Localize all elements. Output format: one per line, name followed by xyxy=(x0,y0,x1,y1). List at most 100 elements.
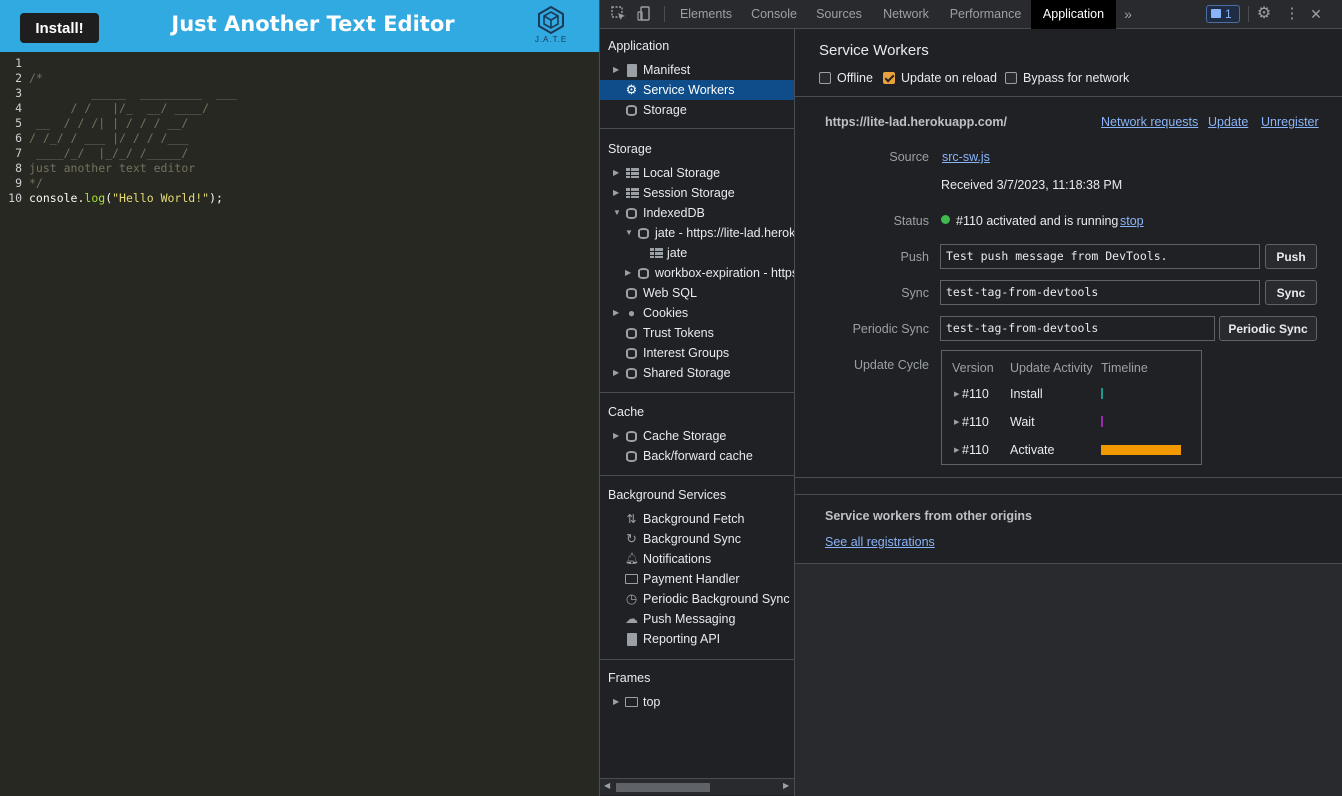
row-version: #110 xyxy=(962,415,989,429)
sidebar-item-background-fetch[interactable]: ⇅ Background Fetch xyxy=(600,509,794,529)
sync-icon: ↻ xyxy=(626,531,637,546)
sidebar-horizontal-scrollbar[interactable]: ◀ ▶ xyxy=(600,778,794,795)
sidebar-item-trust-tokens[interactable]: Trust Tokens xyxy=(600,323,794,343)
expand-arrow-icon[interactable]: ▶ xyxy=(954,418,959,426)
checkbox-box[interactable] xyxy=(1005,72,1017,84)
database-icon xyxy=(626,288,637,299)
expand-arrow-icon[interactable]: ▶ xyxy=(613,183,623,203)
tab-network[interactable]: Network xyxy=(872,0,940,29)
push-button[interactable]: Push xyxy=(1265,244,1317,269)
install-button[interactable]: Install! xyxy=(20,13,99,43)
checkbox-box[interactable] xyxy=(883,72,895,84)
sidebar-item-cookies[interactable]: ▶ ● Cookies xyxy=(600,303,794,323)
expand-arrow-icon[interactable]: ▶ xyxy=(613,692,623,712)
database-icon xyxy=(626,328,637,339)
sidebar-item-push-messaging[interactable]: ☁ Push Messaging xyxy=(600,609,794,629)
device-toolbar-icon[interactable] xyxy=(636,6,652,22)
collapse-arrow-icon[interactable]: ▼ xyxy=(625,223,635,243)
sync-button[interactable]: Sync xyxy=(1265,280,1317,305)
update-cycle-label: Update Cycle xyxy=(853,358,929,372)
sync-tag-input[interactable]: test-tag-from-devtools xyxy=(940,280,1260,305)
issues-badge[interactable]: 1 xyxy=(1206,5,1240,23)
unregister-link[interactable]: Unregister xyxy=(1261,115,1319,129)
scrollbar-thumb[interactable] xyxy=(616,783,710,792)
sidebar-item-label: Shared Storage xyxy=(643,366,731,380)
update-cycle-row[interactable]: ▶ #110 Activate xyxy=(942,442,1201,462)
sidebar-item-label: Service Workers xyxy=(643,83,735,97)
sidebar-item-storage[interactable]: Storage xyxy=(600,100,794,120)
line-number: 4 xyxy=(15,101,22,115)
sidebar-item-local-storage[interactable]: ▶ Local Storage xyxy=(600,163,794,183)
line-number: 8 xyxy=(15,161,22,175)
stop-link[interactable]: stop xyxy=(1120,214,1144,228)
expand-arrow-icon[interactable]: ▶ xyxy=(613,426,623,446)
collapse-arrow-icon[interactable]: ▼ xyxy=(613,203,623,223)
sidebar-item-session-storage[interactable]: ▶ Session Storage xyxy=(600,183,794,203)
checkbox-box[interactable] xyxy=(819,72,831,84)
expand-arrow-icon[interactable]: ▶ xyxy=(613,303,623,323)
network-requests-link[interactable]: Network requests xyxy=(1101,115,1198,129)
sidebar-item-manifest[interactable]: ▶ Manifest xyxy=(600,60,794,80)
periodic-sync-button[interactable]: Periodic Sync xyxy=(1219,316,1317,341)
code-editor[interactable]: 1 2 /* 3 _____ _________ ___ 4 / / |/_ __… xyxy=(0,52,599,796)
expand-arrow-icon[interactable]: ▶ xyxy=(954,446,959,454)
sidebar-item-background-sync[interactable]: ↻ Background Sync xyxy=(600,529,794,549)
sidebar-item-shared-storage[interactable]: ▶ Shared Storage xyxy=(600,363,794,383)
sidebar-item-notifications[interactable]: 🔔︎ Notifications xyxy=(600,549,794,569)
tab-sources[interactable]: Sources xyxy=(806,0,872,29)
sidebar-item-workbox-expiration[interactable]: ▶ workbox-expiration - https xyxy=(600,263,794,283)
update-link[interactable]: Update xyxy=(1208,115,1248,129)
expand-arrow-icon[interactable]: ▶ xyxy=(954,390,959,398)
see-all-registrations-link[interactable]: See all registrations xyxy=(825,535,935,549)
expand-arrow-icon[interactable]: ▶ xyxy=(613,363,623,383)
expand-arrow-icon[interactable]: ▶ xyxy=(613,60,623,80)
more-tabs-icon[interactable]: » xyxy=(1118,0,1138,29)
sidebar-heading-application: Application xyxy=(608,39,670,53)
sidebar-item-service-workers[interactable]: ⚙ Service Workers xyxy=(600,80,794,100)
expand-arrow-icon[interactable]: ▶ xyxy=(613,163,623,183)
other-origins-title: Service workers from other origins xyxy=(825,509,1033,523)
status-label: Status xyxy=(893,214,929,228)
section-divider xyxy=(795,494,1342,495)
timeline-bar-wait xyxy=(1101,416,1103,427)
row-activity: Activate xyxy=(1010,443,1055,457)
timeline-bar-install xyxy=(1101,388,1103,399)
empty-area xyxy=(795,564,1342,796)
sidebar-item-interest-groups[interactable]: Interest Groups xyxy=(600,343,794,363)
sidebar-item-reporting-api[interactable]: Reporting API xyxy=(600,629,794,649)
source-file-link[interactable]: src-sw.js xyxy=(942,150,990,164)
editor-line: 3 _____ _________ ___ xyxy=(0,86,599,101)
tab-console[interactable]: Console xyxy=(742,0,806,29)
sidebar-item-label: Payment Handler xyxy=(643,572,740,586)
periodic-sync-tag-input[interactable]: test-tag-from-devtools xyxy=(940,316,1215,341)
sidebar-item-web-sql[interactable]: Web SQL xyxy=(600,283,794,303)
sidebar-item-periodic-background-sync[interactable]: ◷ Periodic Background Sync xyxy=(600,589,794,609)
more-options-icon[interactable]: ⋮ xyxy=(1284,6,1300,22)
update-cycle-row[interactable]: ▶ #110 Wait xyxy=(942,414,1201,434)
sidebar-item-jate-store[interactable]: jate xyxy=(600,243,794,263)
sidebar-item-payment-handler[interactable]: Payment Handler xyxy=(600,569,794,589)
push-message-input[interactable]: Test push message from DevTools. xyxy=(940,244,1260,269)
tab-application[interactable]: Application xyxy=(1031,0,1116,29)
editor-line: 7 ____/_/ |_/_/ /_____/ xyxy=(0,146,599,161)
editor-line: 6 / /_/ / ___ |/ / / /___ xyxy=(0,131,599,146)
sidebar-item-indexeddb[interactable]: ▼ IndexedDB xyxy=(600,203,794,223)
tab-elements[interactable]: Elements xyxy=(670,0,742,29)
sidebar-item-cache-storage[interactable]: ▶ Cache Storage xyxy=(600,426,794,446)
close-icon[interactable]: ✕ xyxy=(1308,6,1324,22)
sidebar-item-bfcache[interactable]: Back/forward cache xyxy=(600,446,794,466)
inspect-element-icon[interactable] xyxy=(610,6,626,22)
scroll-right-icon[interactable]: ▶ xyxy=(783,781,789,790)
scroll-left-icon[interactable]: ◀ xyxy=(604,781,610,790)
sidebar-item-label: Reporting API xyxy=(643,632,721,646)
tab-performance[interactable]: Performance xyxy=(940,0,1031,29)
jate-logo: J.A.T.E xyxy=(528,6,574,50)
expand-arrow-icon[interactable]: ▶ xyxy=(625,263,635,283)
sidebar-item-jate-db[interactable]: ▼ jate - https://lite-lad.herok xyxy=(600,223,794,243)
update-cycle-row[interactable]: ▶ #110 Install xyxy=(942,386,1201,406)
settings-gear-icon[interactable]: ⚙ xyxy=(1256,6,1272,22)
application-sidebar: Application ▶ Manifest ⚙ Service Workers S… xyxy=(600,29,795,796)
sidebar-item-frame-top[interactable]: ▶ top xyxy=(600,692,794,712)
grid-icon xyxy=(650,248,663,258)
sidebar-item-label: Background Sync xyxy=(643,532,741,546)
